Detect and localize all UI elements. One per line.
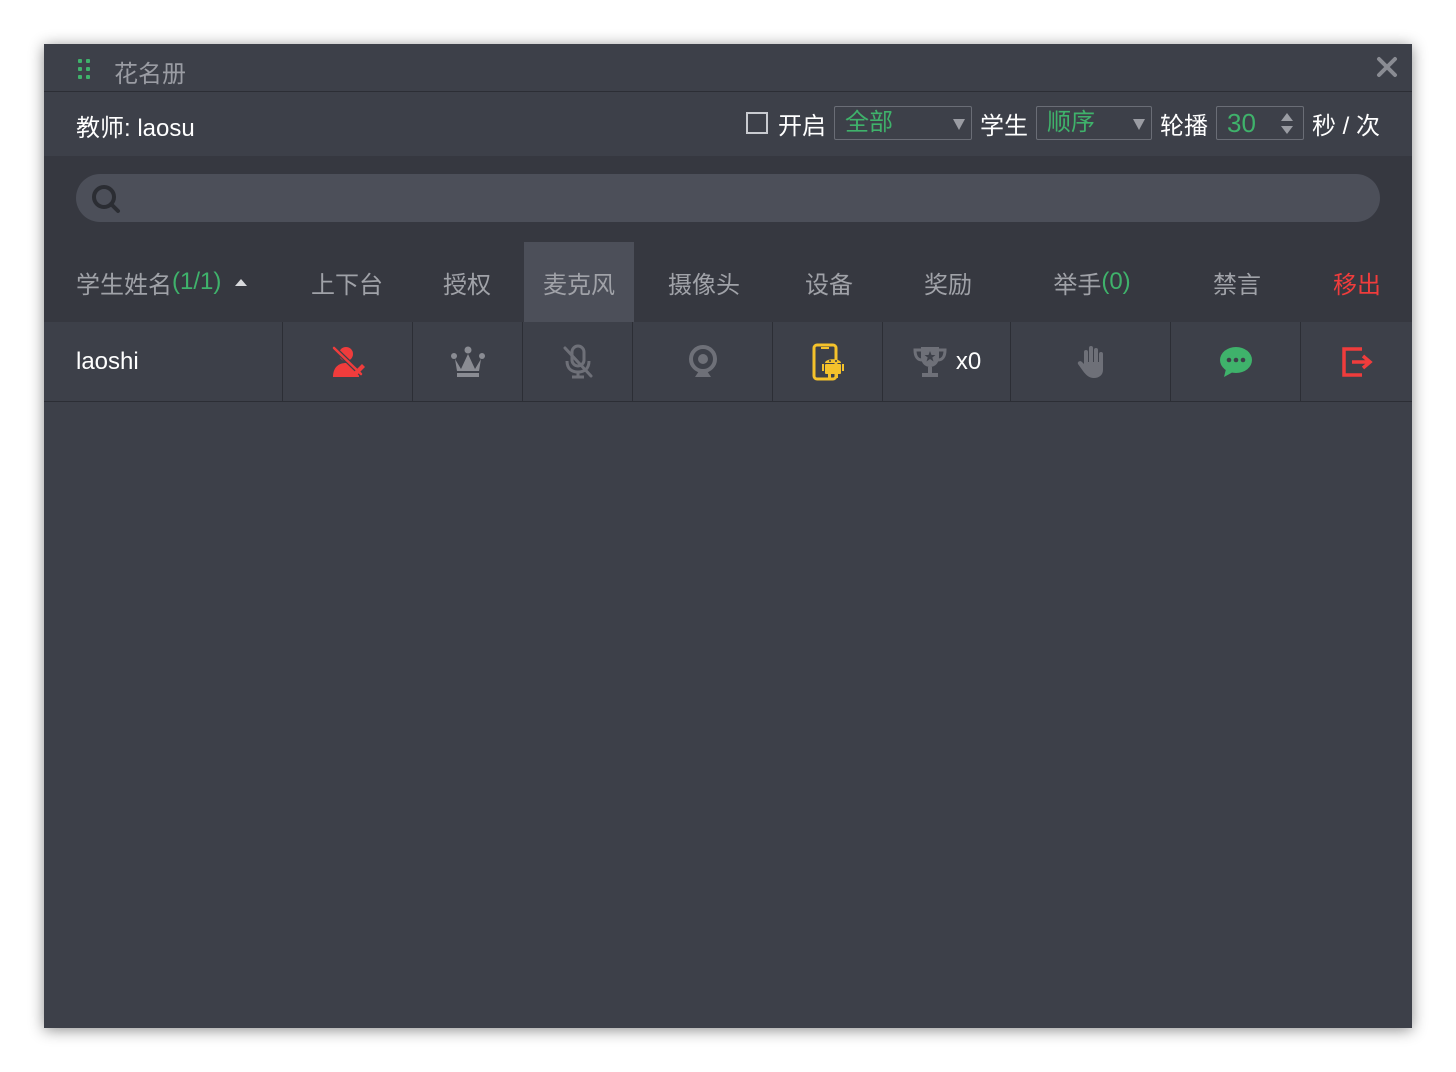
reward-count: x0 bbox=[955, 347, 982, 375]
device-info-button[interactable] bbox=[773, 322, 883, 401]
sort-asc-icon[interactable] bbox=[233, 276, 249, 288]
column-header-reward[interactable]: 奖励 bbox=[884, 242, 1012, 322]
mic-toggle-button[interactable] bbox=[523, 322, 633, 401]
column-header-raise-hand[interactable]: 举手 (0) bbox=[1012, 242, 1172, 322]
webcam-icon bbox=[688, 344, 717, 377]
column-name-label: 学生姓名 bbox=[76, 271, 172, 299]
authorize-button[interactable] bbox=[413, 322, 523, 401]
roster-window: 花名册 教师: laosu 开启 全部 学生 顺序 轮播 30 秒 / 次 学生… bbox=[44, 44, 1412, 1028]
order-select[interactable]: 顺序 bbox=[1035, 106, 1152, 140]
raise-hand-count: (0) bbox=[1101, 268, 1131, 295]
rotate-label: 轮播 bbox=[1159, 112, 1208, 140]
column-header-mute[interactable]: 禁言 bbox=[1172, 242, 1302, 322]
teacher-name: laosu bbox=[137, 115, 195, 142]
hand-icon bbox=[1077, 345, 1103, 378]
enable-rotation-checkbox[interactable] bbox=[745, 112, 768, 134]
table-row: laoshi x0 bbox=[44, 322, 1412, 402]
camera-toggle-button[interactable] bbox=[633, 322, 773, 401]
trophy-icon bbox=[913, 346, 947, 377]
raise-hand-button[interactable] bbox=[1011, 322, 1171, 401]
student-count: (1/1) bbox=[172, 268, 222, 295]
close-icon[interactable] bbox=[1374, 54, 1400, 80]
mic-off-icon bbox=[563, 344, 592, 378]
column-header-mic[interactable]: 麦克风 bbox=[524, 242, 634, 322]
android-phone-icon bbox=[812, 343, 844, 380]
student-name: laoshi bbox=[44, 322, 283, 401]
reward-button[interactable]: x0 bbox=[883, 322, 1011, 401]
search-box[interactable] bbox=[76, 174, 1380, 224]
table-header: 学生姓名 (1/1) 上下台 授权 麦克风 摄像头 设备 奖励 举手 (0) 禁… bbox=[44, 242, 1412, 322]
column-header-device[interactable]: 设备 bbox=[774, 242, 884, 322]
stage-toggle-button[interactable] bbox=[283, 322, 413, 401]
chat-bubble-icon bbox=[1219, 346, 1252, 377]
interval-value: 30 bbox=[1226, 108, 1256, 138]
raise-hand-label: 举手 bbox=[1053, 271, 1102, 299]
student-label: 学生 bbox=[979, 112, 1028, 140]
scope-select[interactable]: 全部 bbox=[833, 106, 972, 140]
teacher-label: 教师: bbox=[76, 115, 131, 142]
search-bar-area bbox=[44, 156, 1412, 242]
crown-icon bbox=[450, 346, 485, 377]
search-input[interactable] bbox=[136, 174, 1360, 224]
stepper-down-icon[interactable] bbox=[1280, 126, 1293, 134]
column-header-remove[interactable]: 移出 bbox=[1302, 242, 1412, 322]
interval-unit: 秒 / 次 bbox=[1311, 112, 1380, 140]
rotation-controls: 开启 全部 学生 顺序 轮播 30 秒 / 次 bbox=[745, 104, 1380, 142]
column-header-name[interactable]: 学生姓名 (1/1) bbox=[44, 242, 282, 322]
toolbar: 教师: laosu 开启 全部 学生 顺序 轮播 30 秒 / 次 bbox=[44, 92, 1412, 156]
enable-label: 开启 bbox=[777, 112, 826, 140]
order-select-value: 顺序 bbox=[1046, 109, 1095, 136]
interval-stepper[interactable]: 30 bbox=[1215, 106, 1304, 140]
search-icon bbox=[92, 185, 120, 213]
mute-chat-button[interactable] bbox=[1171, 322, 1301, 401]
scope-select-value: 全部 bbox=[844, 109, 893, 136]
stepper-up-icon[interactable] bbox=[1280, 113, 1293, 121]
column-header-camera[interactable]: 摄像头 bbox=[634, 242, 774, 322]
chevron-down-icon bbox=[1132, 119, 1145, 130]
user-off-stage-icon bbox=[331, 345, 365, 377]
column-header-authorize[interactable]: 授权 bbox=[412, 242, 522, 322]
exit-icon bbox=[1341, 346, 1373, 377]
chevron-down-icon bbox=[952, 119, 965, 130]
teacher-info: 教师: laosu bbox=[76, 108, 195, 143]
column-header-stage[interactable]: 上下台 bbox=[282, 242, 412, 322]
window-title: 花名册 bbox=[114, 61, 186, 88]
title-bar[interactable]: 花名册 bbox=[44, 44, 1412, 92]
drag-handle-icon[interactable] bbox=[78, 59, 92, 79]
remove-student-button[interactable] bbox=[1301, 322, 1412, 401]
